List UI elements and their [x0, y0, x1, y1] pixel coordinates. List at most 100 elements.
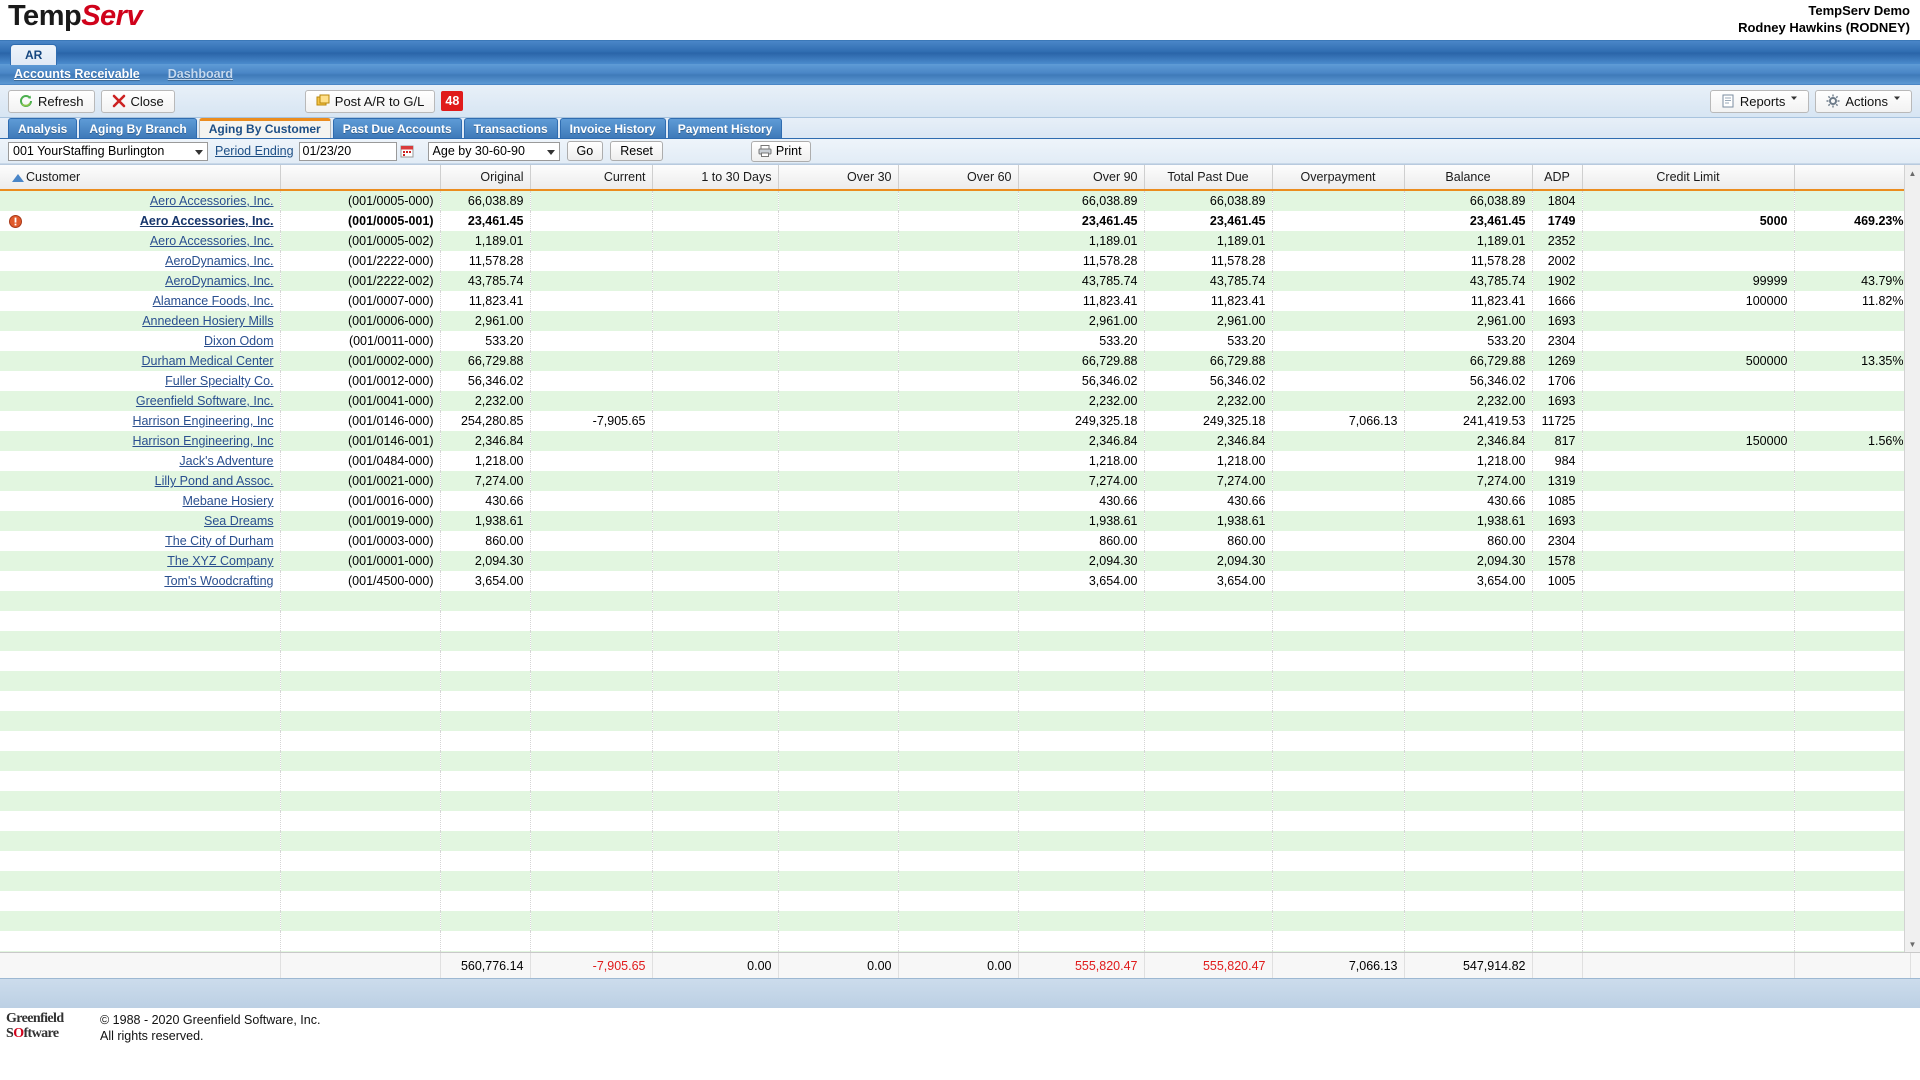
cell-customer[interactable]: Greenfield Software, Inc.	[0, 391, 281, 411]
column-header-total-past-due[interactable]: Total Past Due	[1144, 165, 1273, 191]
scroll-up-icon[interactable]: ▲	[1906, 166, 1919, 180]
cell-customer[interactable]: Aero Accessories, Inc.	[0, 231, 281, 251]
menu-item-accounts-receivable[interactable]: Accounts Receivable	[14, 67, 140, 81]
cell-customer[interactable]: Sea Dreams	[0, 511, 281, 531]
customer-link[interactable]: Harrison Engineering, Inc	[132, 434, 273, 448]
cell-customer[interactable]: Durham Medical Center	[0, 351, 281, 371]
customer-link[interactable]: Annedeen Hosiery Mills	[142, 314, 273, 328]
customer-link[interactable]: AeroDynamics, Inc.	[165, 254, 273, 268]
table-row[interactable]: The City of Durham (001/0003-000) 860.00 86…	[0, 531, 1911, 551]
column-header-current[interactable]: Current	[530, 165, 653, 191]
table-row[interactable]: Dixon Odom (001/0011-000) 533.20 533.20 533.…	[0, 331, 1911, 351]
customer-link[interactable]: The XYZ Company	[167, 554, 273, 568]
customer-link[interactable]: Lilly Pond and Assoc.	[155, 474, 274, 488]
column-header-balance[interactable]: Balance	[1404, 165, 1533, 191]
customer-link[interactable]: Mebane Hosiery	[182, 494, 273, 508]
post-ar-to-gl-button[interactable]: Post A/R to G/L	[304, 89, 436, 113]
table-row[interactable]: Jack's Adventure (001/0484-000) 1,218.00 1,…	[0, 451, 1911, 471]
cell-customer[interactable]: The City of Durham	[0, 531, 281, 551]
table-row[interactable]: Aero Accessories, Inc. (001/0005-002) 1,18…	[0, 231, 1911, 251]
column-header-overpayment[interactable]: Overpayment	[1272, 165, 1405, 191]
cell-customer[interactable]: Alamance Foods, Inc.	[0, 291, 281, 311]
branch-select[interactable]: 001 YourStaffing Burlington	[8, 141, 208, 161]
column-header-1-to-30-days[interactable]: 1 to 30 Days	[652, 165, 779, 191]
customer-link[interactable]: Greenfield Software, Inc.	[136, 394, 274, 408]
table-row[interactable]: Durham Medical Center (001/0002-000) 66,72…	[0, 351, 1911, 371]
menu-item-dashboard[interactable]: Dashboard	[168, 67, 233, 81]
customer-link[interactable]: Jack's Adventure	[179, 454, 273, 468]
table-row[interactable]: Alamance Foods, Inc. (001/0007-000) 11,823…	[0, 291, 1911, 311]
customer-link[interactable]: The City of Durham	[165, 534, 273, 548]
tab-aging-by-branch[interactable]: Aging By Branch	[79, 118, 197, 138]
cell-customer[interactable]: Fuller Specialty Co.	[0, 371, 281, 391]
print-button[interactable]: Print	[750, 140, 811, 162]
column-header-over-60[interactable]: Over 60	[898, 165, 1019, 191]
cell-customer[interactable]: The XYZ Company	[0, 551, 281, 571]
column-header-original[interactable]: Original	[440, 165, 531, 191]
table-row[interactable]: Mebane Hosiery (001/0016-000) 430.66 430.66…	[0, 491, 1911, 511]
customer-link[interactable]: Aero Accessories, Inc.	[150, 194, 274, 208]
customer-link[interactable]: Sea Dreams	[204, 514, 273, 528]
table-row[interactable]: Aero Accessories, Inc. (001/0005-001) 23,4…	[0, 211, 1911, 231]
actions-button[interactable]: Actions	[1815, 89, 1912, 113]
customer-link[interactable]: Alamance Foods, Inc.	[153, 294, 274, 308]
calendar-button[interactable]	[398, 142, 416, 161]
column-header-adp[interactable]: ADP	[1532, 165, 1583, 191]
cell-empty	[1272, 591, 1405, 611]
reset-button[interactable]: Reset	[610, 141, 663, 161]
cell-customer[interactable]: Dixon Odom	[0, 331, 281, 351]
cell-customer[interactable]: Harrison Engineering, Inc	[0, 431, 281, 451]
cell-customer[interactable]: Jack's Adventure	[0, 451, 281, 471]
cell-customer[interactable]: Mebane Hosiery	[0, 491, 281, 511]
cell-customer[interactable]: Lilly Pond and Assoc.	[0, 471, 281, 491]
table-row[interactable]: Lilly Pond and Assoc. (001/0021-000) 7,274…	[0, 471, 1911, 491]
close-button[interactable]: Close	[100, 89, 175, 113]
tab-transactions[interactable]: Transactions	[463, 118, 558, 138]
table-row[interactable]: AeroDynamics, Inc. (001/2222-002) 43,785.7…	[0, 271, 1911, 291]
go-button[interactable]: Go	[566, 141, 604, 161]
table-row[interactable]: AeroDynamics, Inc. (001/2222-000) 11,578.2…	[0, 251, 1911, 271]
column-header-customer[interactable]: Customer	[0, 165, 281, 191]
customer-link[interactable]: Aero Accessories, Inc.	[140, 214, 274, 228]
module-tab-ar[interactable]: AR	[10, 44, 58, 65]
table-row[interactable]: Annedeen Hosiery Mills (001/0006-000) 2,96…	[0, 311, 1911, 331]
cell-empty	[440, 771, 531, 791]
tab-aging-by-customer[interactable]: Aging By Customer	[198, 118, 331, 138]
column-header-over-90[interactable]: Over 90	[1018, 165, 1145, 191]
table-row[interactable]: Tom's Woodcrafting (001/4500-000) 3,654.00…	[0, 571, 1911, 591]
column-header-over-30[interactable]: Over 30	[778, 165, 899, 191]
cell-customer[interactable]: Annedeen Hosiery Mills	[0, 311, 281, 331]
customer-link[interactable]: Fuller Specialty Co.	[165, 374, 273, 388]
customer-link[interactable]: Dixon Odom	[204, 334, 273, 348]
table-row[interactable]: Greenfield Software, Inc. (001/0041-000) 2…	[0, 391, 1911, 411]
column-header-credit-limit[interactable]: Credit Limit	[1582, 165, 1795, 191]
cell-customer[interactable]: Aero Accessories, Inc.	[0, 190, 281, 211]
tab-payment-history[interactable]: Payment History	[667, 118, 783, 138]
table-row[interactable]: Harrison Engineering, Inc (001/0146-001) 2…	[0, 431, 1911, 451]
tab-invoice-history[interactable]: Invoice History	[559, 118, 666, 138]
customer-link[interactable]: AeroDynamics, Inc.	[165, 274, 273, 288]
refresh-button[interactable]: Refresh	[8, 89, 95, 113]
customer-link[interactable]: Durham Medical Center	[142, 354, 274, 368]
period-ending-input[interactable]	[298, 141, 397, 161]
grid-vertical-scrollbar[interactable]: ▲ ▼	[1904, 165, 1920, 952]
table-row[interactable]: Aero Accessories, Inc. (001/0005-000) 66,0…	[0, 190, 1911, 211]
cell-customer[interactable]: AeroDynamics, Inc.	[0, 251, 281, 271]
table-row[interactable]: Harrison Engineering, Inc (001/0146-000) 2…	[0, 411, 1911, 431]
tab-past-due-accounts[interactable]: Past Due Accounts	[332, 118, 462, 138]
cell-customer[interactable]: Harrison Engineering, Inc	[0, 411, 281, 431]
scroll-down-icon[interactable]: ▼	[1906, 937, 1919, 951]
customer-link[interactable]: Harrison Engineering, Inc	[132, 414, 273, 428]
customer-link[interactable]: Aero Accessories, Inc.	[150, 234, 274, 248]
customer-link[interactable]: Tom's Woodcrafting	[164, 574, 273, 588]
reports-button[interactable]: Reports	[1709, 89, 1810, 113]
tab-analysis[interactable]: Analysis	[8, 118, 78, 138]
cell-customer[interactable]: Tom's Woodcrafting	[0, 571, 281, 591]
column-header-account[interactable]	[280, 165, 441, 191]
aging-method-select[interactable]: Age by 30-60-90	[427, 141, 560, 161]
table-row[interactable]: The XYZ Company (001/0001-000) 2,094.30 2,0…	[0, 551, 1911, 571]
table-row[interactable]: Fuller Specialty Co. (001/0012-000) 56,346…	[0, 371, 1911, 391]
cell-customer[interactable]: Aero Accessories, Inc.	[0, 211, 281, 231]
cell-customer[interactable]: AeroDynamics, Inc.	[0, 271, 281, 291]
table-row[interactable]: Sea Dreams (001/0019-000) 1,938.61 1,938.61…	[0, 511, 1911, 531]
